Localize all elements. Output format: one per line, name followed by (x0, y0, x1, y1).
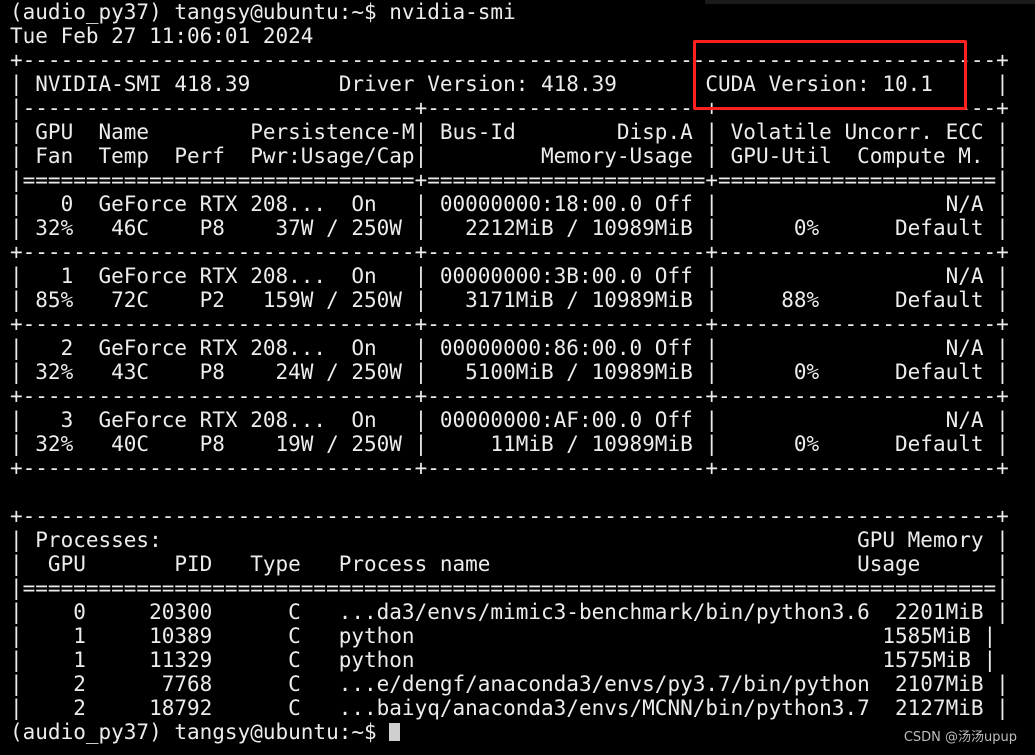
terminal-line: | 2 7768 C ...e/dengf/anaconda3/envs/py3… (10, 672, 1009, 696)
terminal-line: | 32% 43C P8 24W / 250W | 5100MiB / 1098… (10, 360, 1009, 384)
terminal-line: | 32% 46C P8 37W / 250W | 2212MiB / 1098… (10, 216, 1009, 240)
terminal-line: | GPU PID Type Process name Usage | (10, 552, 1009, 576)
terminal-line: +-------------------------------+-------… (10, 456, 1009, 480)
terminal-line: | 2 18792 C ...baiyq/anaconda3/envs/MCNN… (10, 696, 1009, 720)
terminal-line: | 0 GeForce RTX 208... On | 00000000:18:… (10, 192, 1009, 216)
terminal-line: (audio_py37) tangsy@ubuntu:~$ nvidia-smi (10, 0, 516, 24)
terminal-line: | 1 11329 C python 1575MiB | (10, 648, 997, 672)
terminal-line: | 1 10389 C python 1585MiB | (10, 624, 997, 648)
prompt-text: (audio_py37) tangsy@ubuntu:~$ (10, 720, 390, 744)
terminal-line: +-------------------------------+-------… (10, 384, 1009, 408)
terminal-line: | 0 20300 C ...da3/envs/mimic3-benchmark… (10, 600, 1009, 624)
prompt-line[interactable]: (audio_py37) tangsy@ubuntu:~$ (10, 720, 1009, 744)
cursor-icon (389, 723, 401, 741)
terminal-window[interactable]: (audio_py37) tangsy@ubuntu:~$ nvidia-smi… (0, 0, 1035, 755)
terminal-line: | 32% 40C P8 19W / 250W | 11MiB / 10989M… (10, 432, 1009, 456)
terminal-line: +-------------------------------+-------… (10, 312, 1009, 336)
terminal-line: | Processes: GPU Memory | (10, 528, 1009, 552)
terminal-line: | 2 GeForce RTX 208... On | 00000000:86:… (10, 336, 1009, 360)
terminal-line: | 3 GeForce RTX 208... On | 00000000:AF:… (10, 408, 1009, 432)
terminal-line: +-------------------------------+-------… (10, 240, 1009, 264)
cuda-version-highlight-box (693, 40, 967, 110)
terminal-line: | 1 GeForce RTX 208... On | 00000000:3B:… (10, 264, 1009, 288)
terminal-line: |===============================+=======… (10, 168, 1009, 192)
terminal-line: +---------------------------------------… (10, 504, 1009, 528)
terminal-line: | Fan Temp Perf Pwr:Usage/Cap| Memory-Us… (10, 144, 1009, 168)
terminal-line: |=======================================… (10, 576, 1009, 600)
terminal-output: (audio_py37) tangsy@ubuntu:~$ nvidia-smi… (10, 0, 1009, 744)
terminal-line: | GPU Name Persistence-M| Bus-Id Disp.A … (10, 120, 1009, 144)
terminal-line: | 85% 72C P2 159W / 250W | 3171MiB / 109… (10, 288, 1009, 312)
watermark: CSDN @汤汤upup (903, 730, 1017, 745)
